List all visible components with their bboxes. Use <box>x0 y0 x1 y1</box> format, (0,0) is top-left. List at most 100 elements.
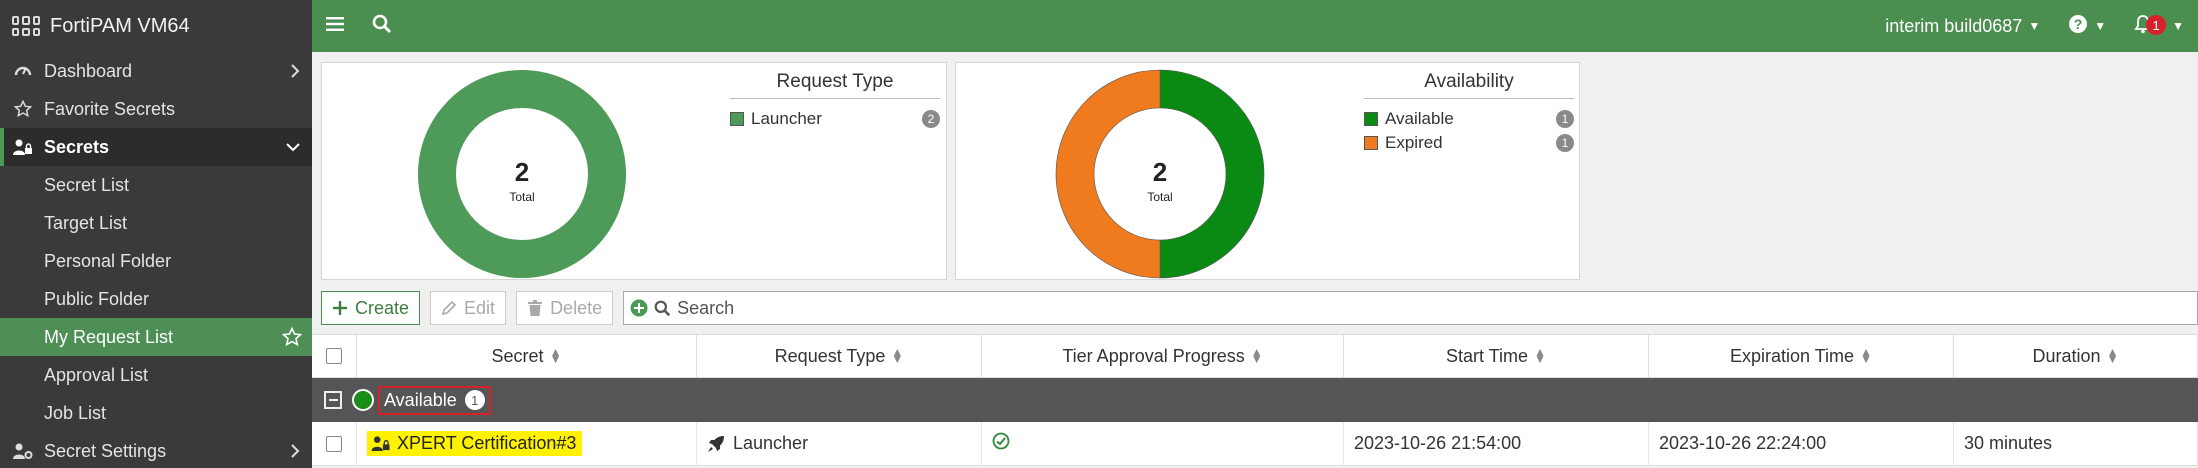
column-label: Request Type <box>774 345 886 366</box>
search-input[interactable]: Search <box>623 291 2198 325</box>
app-grid-icon <box>12 16 40 36</box>
sidebar-item-label: Favorite Secrets <box>44 98 176 119</box>
request-type-widget: 2 Total Request Type Launcher 2 <box>321 62 947 280</box>
delete-button[interactable]: Delete <box>516 291 614 325</box>
legend-swatch <box>1364 136 1378 150</box>
sidebar-item-my-request-list[interactable]: My Request List <box>0 318 312 356</box>
build-label: interim build0687 <box>1885 15 2023 36</box>
top-bar: interim build0687 ▼ ? ▼ 1 ▼ <box>312 0 2198 52</box>
legend-count: 2 <box>922 110 940 128</box>
sort-icon: ▲ ▼ <box>891 345 904 366</box>
request-type-legend: Request Type Launcher 2 <box>730 71 940 131</box>
legend-label: Available <box>1385 109 1454 128</box>
trash-icon <box>527 299 543 317</box>
help-menu[interactable]: ? ▼ <box>2054 14 2120 39</box>
group-label-text: Available <box>384 389 457 410</box>
search-placeholder: Search <box>677 297 735 318</box>
sidebar-item-secrets[interactable]: Secrets <box>0 128 312 166</box>
column-label: Start Time <box>1446 345 1529 366</box>
sort-icon: ▲ ▼ <box>2106 345 2119 366</box>
donut-slice-expired[interactable] <box>1055 69 1161 279</box>
donut-total-label: Total <box>1147 190 1172 204</box>
caret-down-icon: ▼ <box>2094 19 2107 33</box>
column-label: Duration <box>2032 345 2101 366</box>
check-circle-icon <box>992 432 1010 455</box>
expiration-time-cell: 2023-10-26 22:24:00 <box>1649 422 1954 465</box>
table-row[interactable]: XPERT Certification#3 Launcher 2023-10-2… <box>312 422 2198 466</box>
sidebar-item-label: Secret List <box>44 174 130 195</box>
sidebar-item-label: Secrets <box>44 136 110 157</box>
column-header-secret[interactable]: Secret ▲ ▼ <box>357 335 697 377</box>
sidebar-item-target-list[interactable]: Target List <box>0 204 312 242</box>
legend-swatch <box>1364 112 1378 126</box>
notification-count-badge: 1 <box>2146 15 2167 35</box>
donut-slice-available[interactable] <box>1159 69 1265 279</box>
column-header-expiration-time[interactable]: Expiration Time ▲ ▼ <box>1649 335 1954 377</box>
sidebar-item-secret-settings[interactable]: Secret Settings <box>0 432 312 468</box>
legend-item-available[interactable]: Available 1 <box>1364 107 1574 131</box>
sidebar-item-label: Job List <box>44 402 107 423</box>
secret-link[interactable]: XPERT Certification#3 <box>367 431 583 456</box>
legend-label: Launcher <box>751 109 822 128</box>
sidebar-item-label: Secret Settings <box>44 440 167 461</box>
availability-donut-chart: 2 Total <box>1055 69 1265 279</box>
start-time-cell: 2023-10-26 21:54:00 <box>1344 422 1649 465</box>
sidebar-item-public-folder[interactable]: Public Folder <box>0 280 312 318</box>
sidebar-item-secret-list[interactable]: Secret List <box>0 166 312 204</box>
tier-approval-cell <box>982 422 1344 465</box>
global-search-button[interactable] <box>358 0 406 52</box>
legend-count: 1 <box>1556 134 1574 152</box>
column-header-duration[interactable]: Duration ▲ ▼ <box>1954 335 2198 377</box>
sort-icon: ▲ ▼ <box>549 345 562 366</box>
chevron-right-icon <box>290 432 300 468</box>
user-lock-icon <box>371 435 391 452</box>
collapse-group-icon[interactable] <box>324 391 342 409</box>
legend-label: Expired <box>1385 133 1443 152</box>
rocket-icon <box>707 435 725 453</box>
sidebar-item-personal-folder[interactable]: Personal Folder <box>0 242 312 280</box>
brand[interactable]: FortiPAM VM64 <box>0 0 312 52</box>
legend-item-launcher[interactable]: Launcher 2 <box>730 107 940 131</box>
search-icon <box>654 300 671 317</box>
column-label: Expiration Time <box>1730 345 1855 366</box>
request-type-donut-chart: 2 Total <box>418 70 626 278</box>
caret-down-icon: ▼ <box>2028 19 2041 33</box>
edit-button[interactable]: Edit <box>430 291 507 325</box>
legend-title: Availability <box>1364 71 1574 99</box>
delete-label: Delete <box>550 297 603 318</box>
sidebar-item-label: Target List <box>44 212 128 233</box>
create-label: Create <box>355 297 410 318</box>
menu-toggle-button[interactable] <box>312 0 358 52</box>
select-all-checkbox[interactable] <box>326 348 342 364</box>
notifications-menu[interactable]: 1 ▼ <box>2120 14 2198 39</box>
build-menu[interactable]: interim build0687 ▼ <box>1871 16 2054 37</box>
availability-legend: Availability Available 1 Expired 1 <box>1364 71 1574 155</box>
sort-icon: ▲ ▼ <box>1250 345 1263 366</box>
donut-total-label: Total <box>509 190 534 204</box>
sidebar-item-approval-list[interactable]: Approval List <box>0 356 312 394</box>
legend-item-expired[interactable]: Expired 1 <box>1364 131 1574 155</box>
request-type-cell: Launcher <box>697 422 982 465</box>
sidebar-item-job-list[interactable]: Job List <box>0 394 312 432</box>
add-filter-icon[interactable] <box>630 299 648 317</box>
pencil-icon <box>441 300 457 316</box>
column-header-request-type[interactable]: Request Type ▲ ▼ <box>697 335 982 377</box>
group-row-available[interactable]: Available 1 <box>312 378 2198 422</box>
brand-label: FortiPAM VM64 <box>50 14 190 37</box>
select-all-cell <box>312 335 357 377</box>
column-header-tier-approval-progress[interactable]: Tier Approval Progress ▲ ▼ <box>982 335 1344 377</box>
help-icon: ? <box>2068 14 2088 39</box>
create-button[interactable]: Create <box>321 291 421 325</box>
row-checkbox[interactable] <box>326 435 342 452</box>
row-select-cell <box>312 422 357 465</box>
sidebar-item-label: Personal Folder <box>44 250 172 271</box>
sidebar-item-dashboard[interactable]: Dashboard <box>0 52 312 90</box>
sidebar-item-favorite-secrets[interactable]: Favorite Secrets <box>0 90 312 128</box>
user-lock-icon <box>12 138 34 156</box>
availability-widget: 2 Total Availability Available 1 Expired… <box>955 62 1580 280</box>
column-header-start-time[interactable]: Start Time ▲ ▼ <box>1344 335 1649 377</box>
request-table: Secret ▲ ▼ Request Type ▲ ▼ Tier Approval Pr… <box>312 334 2198 466</box>
sidebar: FortiPAM VM64 Dashboard Favorite Secrets… <box>0 0 312 468</box>
star-icon <box>12 100 34 118</box>
favorite-star-icon[interactable] <box>282 318 302 356</box>
